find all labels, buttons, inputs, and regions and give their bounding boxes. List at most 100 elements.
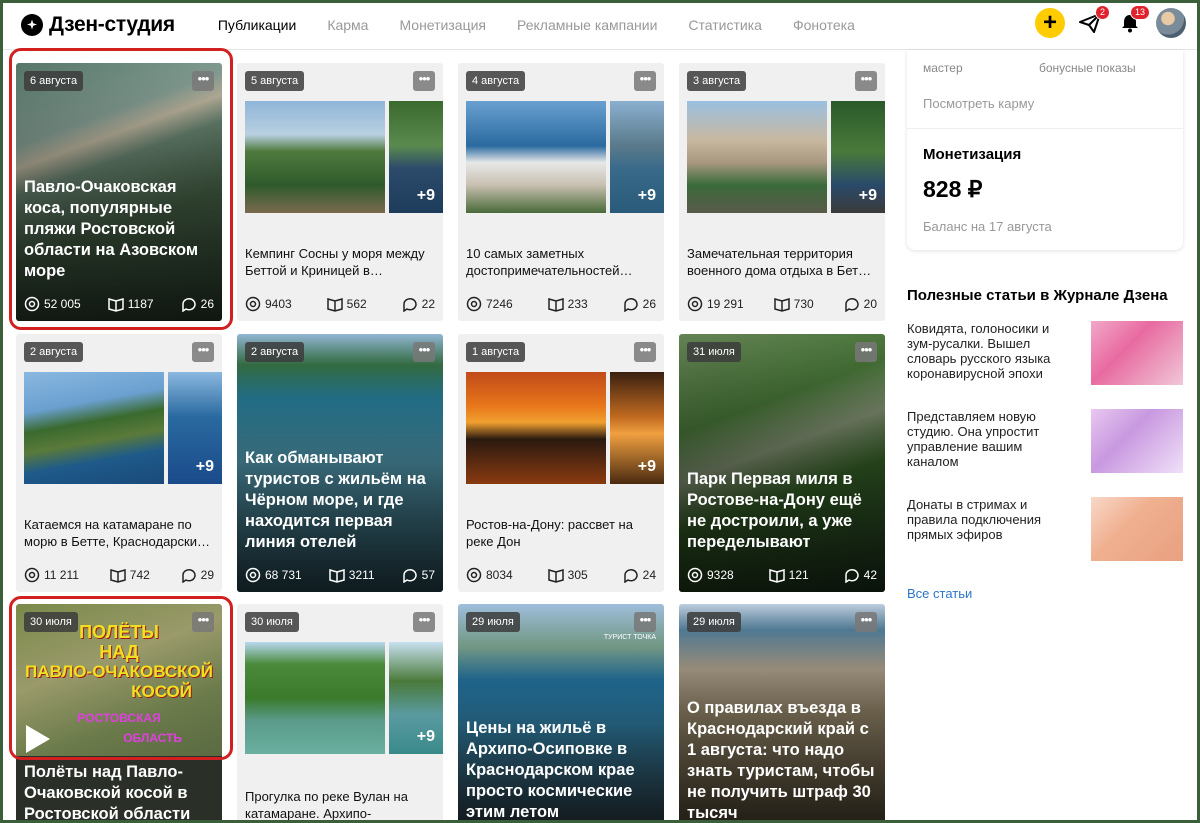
publication-card[interactable]: 5 августа ••• +9 Кемпинг Сосны у моря ме… [237,63,443,321]
card-more-button[interactable]: ••• [413,612,435,632]
card-date: 6 августа [24,71,84,91]
card-title[interactable]: Прогулка по реке Вулан на катамаране. Ар… [245,788,435,822]
monetization-title: Монетизация [923,146,1022,163]
card-more-button[interactable]: ••• [855,612,877,632]
card-comments: 42 [863,568,877,582]
card-date: 31 июля [687,342,741,362]
journal-article-image [1091,321,1183,385]
card-reads: 1187 [127,297,154,311]
nav-monetization[interactable]: Монетизация [399,17,486,33]
card-more-button[interactable]: ••• [192,612,214,632]
eye-icon [24,567,40,583]
journal-article[interactable]: Донаты в стримах и правила подключения п… [907,497,1183,565]
nav-publications[interactable]: Публикации [218,17,296,33]
notifications-button[interactable]: 13 [1118,5,1150,35]
photo-watermark: ТУРИСТ ТОЧКА [603,634,656,641]
eye-icon [466,296,482,312]
messages-badge: 2 [1094,5,1110,20]
divider [907,128,1183,129]
more-photos-count: +9 [637,187,656,204]
card-more-button[interactable]: ••• [413,71,435,91]
publication-card[interactable]: 2 августа ••• +9 Катаемся на катамаране … [16,334,222,592]
journal-article-text[interactable]: Донаты в стримах и правила подключения п… [907,497,1072,542]
publication-card[interactable]: 1 августа ••• +9 Ростов-на-Дону: рассвет… [458,334,664,592]
publication-card[interactable]: 4 августа ••• +9 10 самых заметных досто… [458,63,664,321]
card-title[interactable]: 10 самых заметных достопримечательностей… [466,245,656,279]
card-more-button[interactable]: ••• [192,342,214,362]
card-photo [245,642,385,754]
view-karma-link[interactable]: Посмотреть карму [923,96,1034,111]
card-title[interactable]: Катаемся на катамаране по морю в Бетте, … [24,516,214,550]
card-title[interactable]: Как обманывают туристов с жильём на Чёрн… [245,448,435,553]
book-icon [326,298,343,312]
play-icon[interactable] [26,725,50,753]
card-date: 2 августа [245,342,305,362]
card-title[interactable]: Цены на жильё в Архипо-Осиповке в Красно… [466,718,656,823]
book-icon [108,298,124,312]
journal-article-text[interactable]: Ковидята, голоносики и зум-русалки. Выше… [907,321,1072,381]
card-title[interactable]: Павло-Очаковская коса, популярные пляжи … [24,177,214,282]
book-icon [329,569,345,583]
publication-card[interactable]: 29 июля ••• О правилах въезда в Краснода… [679,604,885,823]
card-comments: 26 [200,297,214,311]
card-more-button[interactable]: ••• [634,342,656,362]
card-more-button[interactable]: ••• [855,342,877,362]
eye-icon [687,296,703,312]
card-stats: 9403 562 22 [245,295,435,313]
nav-statistics[interactable]: Статистика [688,17,762,33]
card-photo-secondary: +9 [610,372,664,484]
card-more-button[interactable]: ••• [634,612,656,632]
card-reads: 730 [793,297,814,311]
card-more-button[interactable]: ••• [413,342,435,362]
eye-icon [245,296,261,312]
card-title[interactable]: О правилах въезда в Краснодарский край с… [687,698,877,823]
eye-icon [687,567,703,583]
nav-sound-library[interactable]: Фонотека [793,17,855,33]
card-more-button[interactable]: ••• [192,71,214,91]
card-title[interactable]: Парк Первая миля в Ростове-на-Дону ещё н… [687,469,877,553]
messages-button[interactable]: 2 [1078,5,1110,35]
card-reads: 233 [567,297,588,311]
publication-card[interactable]: 3 августа ••• +9 Замечательная территори… [679,63,885,321]
card-title[interactable]: Полёты над Павло-Очаковской косой в Рост… [24,762,214,823]
card-photo [466,101,606,213]
bonus-impressions-label: бонусные показы [1039,61,1136,75]
video-card[interactable]: ПОЛЁТЫ НАД ПАВЛО-ОЧАКОВСКОЙ КОСОЙ РОСТОВ… [16,604,222,823]
create-button[interactable]: + [1035,8,1065,38]
card-reads: 121 [788,568,809,582]
journal-article-text[interactable]: Представляем новую студию. Она упростит … [907,409,1072,469]
publication-card[interactable]: 30 июля ••• +9 Прогулка по реке Вулан на… [237,604,443,823]
card-photo-secondary: +9 [389,101,443,213]
user-avatar[interactable] [1156,8,1186,38]
publication-card[interactable]: ТУРИСТ ТОЧКА 29 июля ••• Цены на жильё в… [458,604,664,823]
publication-card[interactable]: 6 августа ••• Павло-Очаковская коса, поп… [16,63,222,321]
card-title[interactable]: Кемпинг Сосны у моря между Беттой и Крин… [245,245,435,279]
journal-article[interactable]: Представляем новую студию. Она упростит … [907,409,1183,477]
card-title[interactable]: Ростов-на-Дону: рассвет на реке Дон [466,516,656,550]
card-reads: 3211 [348,568,375,582]
comment-icon [844,298,859,312]
publication-card[interactable]: 31 июля ••• Парк Первая миля в Ростове-н… [679,334,885,592]
all-articles-link[interactable]: Все статьи [907,586,972,601]
card-date: 4 августа [466,71,526,91]
card-photo-secondary: +9 [610,101,664,213]
logo[interactable]: Дзен-студия [21,13,175,37]
card-more-button[interactable]: ••• [855,71,877,91]
journal-article[interactable]: Ковидята, голоносики и зум-русалки. Выше… [907,321,1183,389]
card-date: 29 июля [687,612,741,632]
book-icon [773,298,790,312]
nav-ad-campaigns[interactable]: Рекламные кампании [517,17,657,33]
card-comments: 29 [200,568,214,582]
card-photo [24,372,164,484]
card-photo [245,101,385,213]
card-title[interactable]: Замечательная территория военного дома о… [687,245,877,279]
karma-monetization-panel: мастер бонусные показы Посмотреть карму … [907,50,1183,250]
publication-card[interactable]: 2 августа ••• Как обманывают туристов с … [237,334,443,592]
zen-logo-icon [21,13,43,36]
monetization-balance: 828 ₽ [923,176,983,202]
card-photo-secondary: +9 [389,642,443,754]
more-photos-count: +9 [195,458,214,475]
nav-karma[interactable]: Карма [327,17,368,33]
journal-article-image [1091,497,1183,561]
card-more-button[interactable]: ••• [634,71,656,91]
